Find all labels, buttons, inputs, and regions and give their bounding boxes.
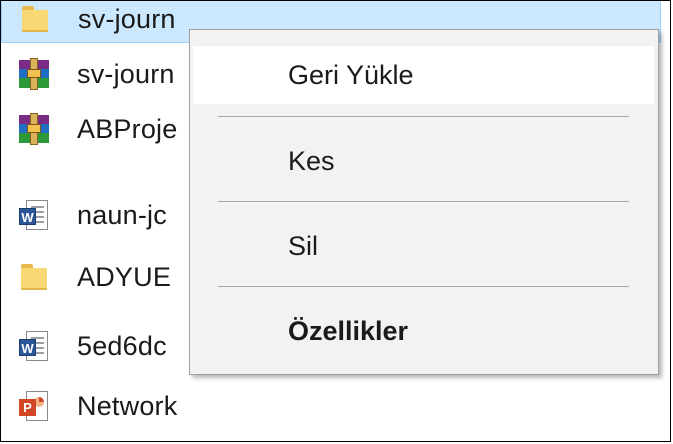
menu-separator xyxy=(218,201,629,202)
menu-item-cut[interactable]: Kes xyxy=(193,132,654,190)
word-document-icon: W xyxy=(17,329,51,363)
powerpoint-document-icon: P xyxy=(17,389,51,423)
winrar-archive-icon xyxy=(17,112,51,146)
file-name: naun-jc xyxy=(77,199,167,230)
menu-item-restore[interactable]: Geri Yükle xyxy=(193,46,654,104)
menu-item-label: Geri Yükle xyxy=(288,59,414,90)
explorer-window: sv-journ sv-journ ABProje W naun-jc ADYU… xyxy=(0,0,671,442)
word-document-icon: W xyxy=(17,198,51,232)
file-name: sv-journ xyxy=(77,58,175,89)
context-menu: Geri Yükle Kes Sil Özellikler xyxy=(189,29,659,375)
menu-item-label: Kes xyxy=(288,145,335,176)
file-name: ADYUE xyxy=(77,261,172,292)
menu-item-delete[interactable]: Sil xyxy=(193,217,654,275)
file-row-network-presentation[interactable]: P Network xyxy=(1,382,661,430)
winrar-archive-icon xyxy=(17,57,51,91)
folder-icon xyxy=(17,260,51,294)
file-name: Network xyxy=(77,390,178,421)
folder-icon xyxy=(18,2,52,36)
menu-item-label: Sil xyxy=(288,230,319,261)
file-name: ABProje xyxy=(77,113,178,144)
file-name: 5ed6dc xyxy=(77,330,167,361)
menu-separator xyxy=(218,116,629,117)
menu-separator xyxy=(218,286,629,287)
file-name: sv-journ xyxy=(78,3,176,34)
menu-item-label: Özellikler xyxy=(288,315,409,346)
menu-item-properties[interactable]: Özellikler xyxy=(193,302,654,360)
